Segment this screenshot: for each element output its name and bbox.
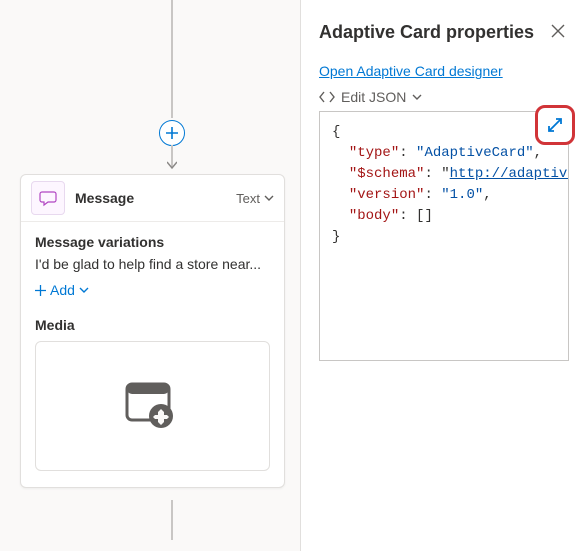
json-editor[interactable]: { "type": "AdaptiveCard", "$schema": "ht… — [319, 111, 569, 361]
chevron-down-icon — [412, 92, 422, 102]
add-variation-button[interactable]: Add — [35, 282, 89, 298]
add-node-button[interactable] — [159, 120, 185, 146]
json-key: "body" — [349, 208, 399, 224]
canvas: Message Text Message variations I'd be g… — [0, 0, 300, 551]
message-node-header: Message Text — [21, 175, 284, 222]
chat-icon — [39, 189, 57, 207]
add-label: Add — [50, 282, 75, 298]
json-brace-open: { — [332, 124, 340, 140]
panel-title: Adaptive Card properties — [319, 22, 534, 43]
message-type-dropdown[interactable]: Text — [236, 191, 274, 206]
media-section: Media — [35, 317, 270, 471]
plus-icon — [166, 127, 178, 139]
variations-title: Message variations — [35, 234, 270, 250]
flow-line — [171, 0, 173, 118]
chevron-down-icon — [79, 285, 89, 295]
open-designer-link[interactable]: Open Adaptive Card designer — [319, 63, 503, 79]
close-icon — [551, 24, 565, 38]
json-schema-url[interactable]: http://adaptivecards.i — [450, 166, 569, 182]
json-value: "AdaptiveCard" — [416, 145, 534, 161]
expand-icon — [546, 116, 564, 134]
code-icon — [319, 90, 335, 104]
json-key: "version" — [349, 187, 425, 203]
json-value: "1.0" — [441, 187, 483, 203]
edit-json-label: Edit JSON — [341, 89, 406, 105]
json-brace-close: } — [332, 229, 340, 245]
adaptive-card-icon — [121, 378, 185, 434]
properties-panel: Adaptive Card properties Open Adaptive C… — [300, 0, 587, 551]
flow-line — [171, 500, 173, 540]
message-node[interactable]: Message Text Message variations I'd be g… — [20, 174, 285, 488]
json-key: "$schema" — [349, 166, 425, 182]
edit-json-toggle[interactable]: Edit JSON — [319, 89, 569, 105]
json-key: "type" — [349, 145, 399, 161]
message-icon — [31, 181, 65, 215]
close-button[interactable] — [547, 20, 569, 45]
message-node-title: Message — [75, 190, 236, 206]
arrow-down-icon — [167, 160, 177, 170]
media-title: Media — [35, 317, 270, 333]
variation-text[interactable]: I'd be glad to help find a store near... — [35, 256, 270, 272]
expand-editor-button[interactable] — [535, 105, 575, 145]
media-placeholder[interactable] — [35, 341, 270, 471]
message-node-body: Message variations I'd be glad to help f… — [21, 222, 284, 487]
json-value: [] — [416, 208, 433, 224]
chevron-down-icon — [264, 193, 274, 203]
plus-icon — [35, 285, 46, 296]
message-type-label: Text — [236, 191, 260, 206]
